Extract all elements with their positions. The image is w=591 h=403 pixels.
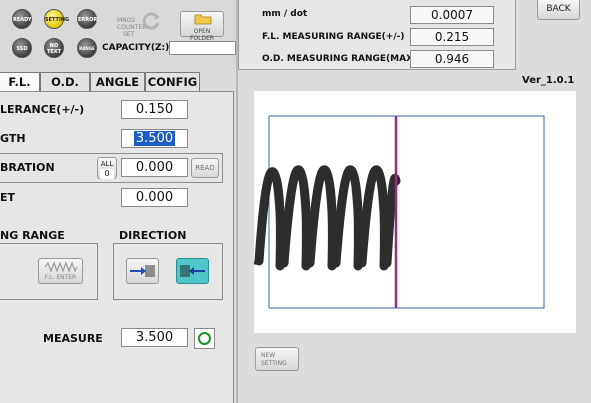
new-setting-button[interactable]: NEW SETTING [255,347,299,371]
tolerance-input[interactable]: 0.150 [121,100,188,119]
back-button[interactable]: BACK [537,0,580,20]
offset-input[interactable]: 0.000 [121,188,188,207]
calibration-group: BRATION ALL 0 0.000 READ [0,153,223,183]
read-button[interactable]: READ [191,158,219,178]
version-label: Ver_1.0.1 [522,75,575,86]
ready-lamp: READY [12,9,32,29]
open-folder-label: OPEN FOLDER [189,28,215,42]
length-value-selected: 3.500 [133,131,176,146]
camera-image-view[interactable] [254,91,576,333]
tab-config[interactable]: CONFIG [145,72,200,91]
new-setting-label-2: SETTING [261,360,287,367]
setting-lamp: SETTING [44,9,69,29]
tab-angle[interactable]: ANGLE [90,72,145,91]
spring-icon [44,262,78,272]
counter-label-3: SET [123,31,135,38]
fl-enter-label: F.L. ENTER [44,274,77,281]
od-range-label: O.D. MEASURING RANGE(MAX) [262,54,418,64]
counter-label-1: MNO2 [117,17,136,24]
mm-per-dot-label: mm / dot [262,9,308,19]
spring-image [254,115,545,309]
spring-coils [254,165,401,271]
length-label: GTH [0,132,26,145]
ssd-lamp: SSD [12,38,32,58]
ok-indicator [194,328,215,349]
direction-label: DIRECTION [119,229,187,242]
calibration-label: BRATION [0,161,55,174]
fl-range-value: 0.215 [410,28,494,46]
capacity-field [169,41,236,55]
tolerance-label: LERANCE(+/-) [0,103,85,116]
measure-label: MEASURE [43,332,103,345]
no-text-label-2: TEXT [46,49,62,55]
setting-label: SETTING [45,17,70,23]
refresh-icon [142,12,160,30]
arrow-left-spring-icon [180,265,205,277]
mno2-counter-set-button[interactable]: MNO2 COUNTER SET [113,9,161,39]
measuring-range-group: F.L. ENTER [0,243,98,300]
direction-group [113,243,223,300]
length-input[interactable]: 3.500 [121,129,188,148]
measure-output: 3.500 [121,328,188,347]
new-setting-label-1: NEW [261,352,276,359]
range-label: RANGE [79,46,95,51]
calibration-input[interactable]: 0.000 [121,158,188,177]
folder-icon [194,14,212,25]
mm-per-dot-value: 0.0007 [410,6,494,24]
no-text-lamp: NO TEXT [44,38,64,58]
offset-label: ET [0,191,16,204]
od-range-value: 0.946 [410,50,494,68]
tab-bar: F.L. O.D. ANGLE CONFIG [0,72,234,91]
ok-circle-icon [198,332,211,345]
direction-left-button[interactable] [176,258,209,284]
arrow-right-spring-icon [130,265,155,277]
fl-enter-button[interactable]: F.L. ENTER [38,258,83,284]
tab-od[interactable]: O.D. [40,72,90,91]
fl-range-label: F.L. MEASURING RANGE(+/-) [262,32,405,42]
all-label: ALL [100,160,114,168]
capacity-label: CAPACITY(Z:) [102,43,170,53]
ssd-label: SSD [16,46,28,52]
error-label: ERROR [78,17,98,23]
settings-panel: LERANCE(+/-) 0.150 GTH 3.500 BRATION ALL… [0,91,234,403]
status-panel: READY SETTING ERROR SSD NO TEXT RANGE MN… [0,0,238,64]
measuring-range-label: NG RANGE [0,229,65,242]
calibration-all-button[interactable]: ALL 0 [97,157,117,179]
ready-label: READY [13,17,32,23]
tab-fl[interactable]: F.L. [0,72,40,91]
measurement-info-panel: mm / dot 0.0007 F.L. MEASURING RANGE(+/-… [238,0,516,70]
error-lamp: ERROR [77,9,97,29]
open-folder-button[interactable]: OPEN FOLDER [180,11,224,42]
direction-right-button[interactable] [126,258,159,284]
all-count: 0 [100,169,114,179]
range-lamp: RANGE [77,38,97,58]
